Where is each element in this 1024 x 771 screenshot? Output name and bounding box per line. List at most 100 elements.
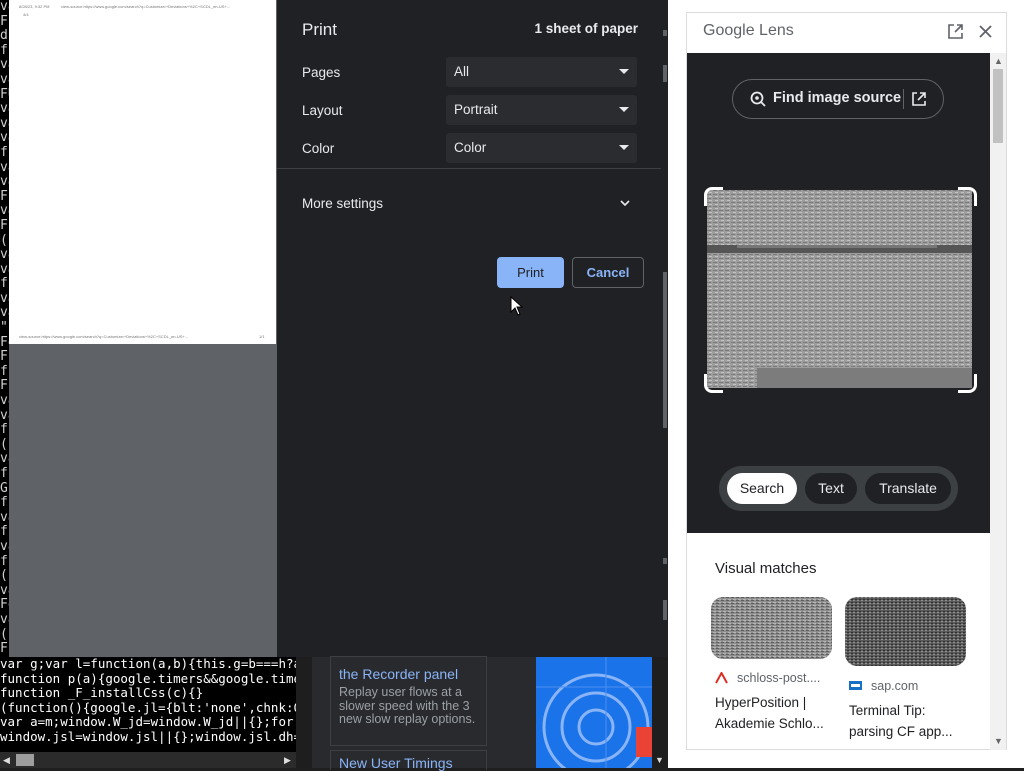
code-line: window.jsl=window.jsl||{};window.jsl.dh=…: [0, 728, 300, 744]
settings-divider: [277, 168, 662, 169]
tips-scrollbar[interactable]: ▼: [652, 657, 668, 768]
selected-image-crop[interactable]: [707, 190, 972, 388]
sheet-count: 1 sheet of paper: [534, 21, 638, 36]
code-margin-line: Fo: [0, 334, 9, 350]
mouse-cursor-icon: [510, 296, 524, 316]
code-margin-line: fu: [0, 276, 9, 292]
code-margin-line: f: [0, 422, 8, 438]
code-margin-line: va: [0, 57, 9, 73]
visual-match-title[interactable]: HyperPosition | Akademie Schlo...: [715, 692, 824, 734]
tip-illustration-image: [536, 657, 652, 768]
code-editor-bottom: var g;var l=function(a,b){this.g=b===h?a…: [0, 657, 300, 753]
layout-dropdown-caret-icon: [619, 107, 629, 112]
code-margin-line: va: [0, 290, 9, 306]
code-margin-line: va: [0, 407, 9, 423]
tip-title-link[interactable]: New User Timings: [339, 755, 453, 771]
layout-select[interactable]: Portrait: [446, 95, 637, 125]
lens-title: Google Lens: [703, 22, 794, 39]
pages-select[interactable]: All: [446, 57, 637, 87]
visual-match-source[interactable]: schloss-post....: [737, 671, 820, 685]
code-margin-line: va: [0, 130, 9, 146]
code-margin-line: fu: [0, 524, 9, 540]
crop-corner-handle[interactable]: [958, 374, 977, 393]
cancel-button[interactable]: Cancel: [572, 257, 644, 288]
preview-footer-url: view-source:https://www.google.com/searc…: [19, 334, 189, 339]
code-margin-line: (: [0, 568, 8, 584]
lens-search-icon: [750, 91, 766, 107]
print-scroll-segment: [663, 65, 667, 82]
code-horizontal-scrollbar[interactable]: ◀ ▶: [0, 752, 296, 768]
scroll-down-arrow-icon[interactable]: ▼: [655, 755, 664, 765]
visual-match-thumbnail[interactable]: [711, 597, 832, 659]
visual-match-thumbnail[interactable]: [845, 597, 966, 666]
button-divider: [903, 89, 904, 109]
open-external-icon[interactable]: [911, 91, 927, 107]
code-margin-line: va: [0, 203, 9, 219]
more-settings-toggle[interactable]: More settings: [302, 196, 383, 211]
code-vertical-strip: [296, 657, 312, 768]
code-margin-line: (: [0, 232, 8, 248]
visual-matches-heading: Visual matches: [715, 560, 817, 577]
close-icon[interactable]: [979, 25, 992, 38]
code-margin-line: Fu: [0, 349, 9, 365]
code-margin-line: va: [0, 509, 9, 525]
color-select-value: Color: [454, 140, 487, 155]
chevron-down-icon[interactable]: [618, 196, 632, 210]
code-margin-line: va: [0, 451, 9, 467]
mode-translate-tab[interactable]: Translate: [865, 473, 951, 504]
code-margin-line: fu: [0, 466, 9, 481]
code-margin-line: fu: [0, 363, 9, 379]
code-margin-line: va: [0, 393, 9, 409]
code-line: var a=m;window.W_jd=window.W_jd||{};for(…: [0, 714, 300, 730]
crop-corner-handle[interactable]: [958, 187, 977, 206]
code-margin-line: ": [0, 320, 8, 336]
lens-scrollbar-thumb[interactable]: [993, 69, 1003, 143]
code-line: function _F_installCss(c){}: [0, 685, 204, 701]
lens-scrollbar[interactable]: ▲ ▼: [990, 53, 1006, 750]
code-line: function p(a){google.timers&&google.time…: [0, 670, 300, 686]
schloss-post-favicon-icon: [715, 672, 728, 684]
preview-header-url: view-source:https://www.google.com/searc…: [61, 4, 231, 9]
code-margin-line: Fu: [0, 13, 9, 29]
pages-label: Pages: [302, 65, 341, 80]
tip-description: Replay user flows at a slower speed with…: [339, 685, 476, 726]
print-scroll-segment: [663, 600, 667, 620]
print-preview-page: 8/28/23, 9:32 PM view-source:https://www…: [9, 0, 276, 344]
code-margin-line: va: [0, 0, 9, 14]
color-select[interactable]: Color: [446, 133, 637, 163]
crop-corner-handle[interactable]: [704, 187, 723, 206]
code-line: (function(){google.jl={blt:'none',chnk:0…: [0, 699, 300, 715]
scroll-down-arrow-icon[interactable]: ▼: [994, 736, 1003, 746]
print-scroll-segment: [663, 272, 667, 428]
code-margin-line: va: [0, 261, 9, 277]
scroll-left-arrow-icon[interactable]: ◀: [3, 755, 10, 765]
mode-search-tab[interactable]: Search: [727, 473, 797, 504]
print-button[interactable]: Print: [497, 257, 564, 288]
visual-match-title-line: HyperPosition |: [715, 695, 807, 710]
visual-match-title[interactable]: Terminal Tip: parsing CF app...: [849, 700, 953, 742]
scroll-right-arrow-icon[interactable]: ▶: [284, 755, 291, 765]
code-margin-line: va: [0, 538, 9, 554]
open-in-new-tab-icon[interactable]: [947, 23, 964, 40]
print-scroll-segment: [663, 558, 667, 564]
code-margin-line: va: [0, 101, 9, 117]
code-margin-column: vaFudfuvavaFUvavavafuvavaFuvaFu(vavafuva…: [0, 0, 9, 657]
code-scrollbar-thumb[interactable]: [16, 754, 34, 766]
color-label: Color: [302, 141, 335, 156]
visual-match-source[interactable]: sap.com: [871, 679, 918, 693]
layout-label: Layout: [302, 103, 343, 118]
preview-header-date: 8/28/23, 9:32 PM: [19, 4, 50, 9]
print-scroll-segment: [663, 30, 667, 36]
scroll-up-arrow-icon[interactable]: ▲: [994, 56, 1003, 66]
tip-title-link[interactable]: the Recorder panel: [339, 666, 458, 682]
code-margin-line: Fu: [0, 641, 9, 657]
code-margin-line: va: [0, 174, 9, 190]
crop-corner-handle[interactable]: [704, 374, 723, 393]
code-margin-line: va: [0, 159, 9, 175]
code-margin-line: Fu: [0, 378, 9, 394]
mode-text-tab[interactable]: Text: [805, 473, 857, 504]
sap-favicon-icon: [849, 681, 862, 690]
code-margin-line: va: [0, 305, 9, 321]
code-margin-line: va: [0, 71, 9, 87]
code-margin-line: Fu: [0, 188, 9, 204]
